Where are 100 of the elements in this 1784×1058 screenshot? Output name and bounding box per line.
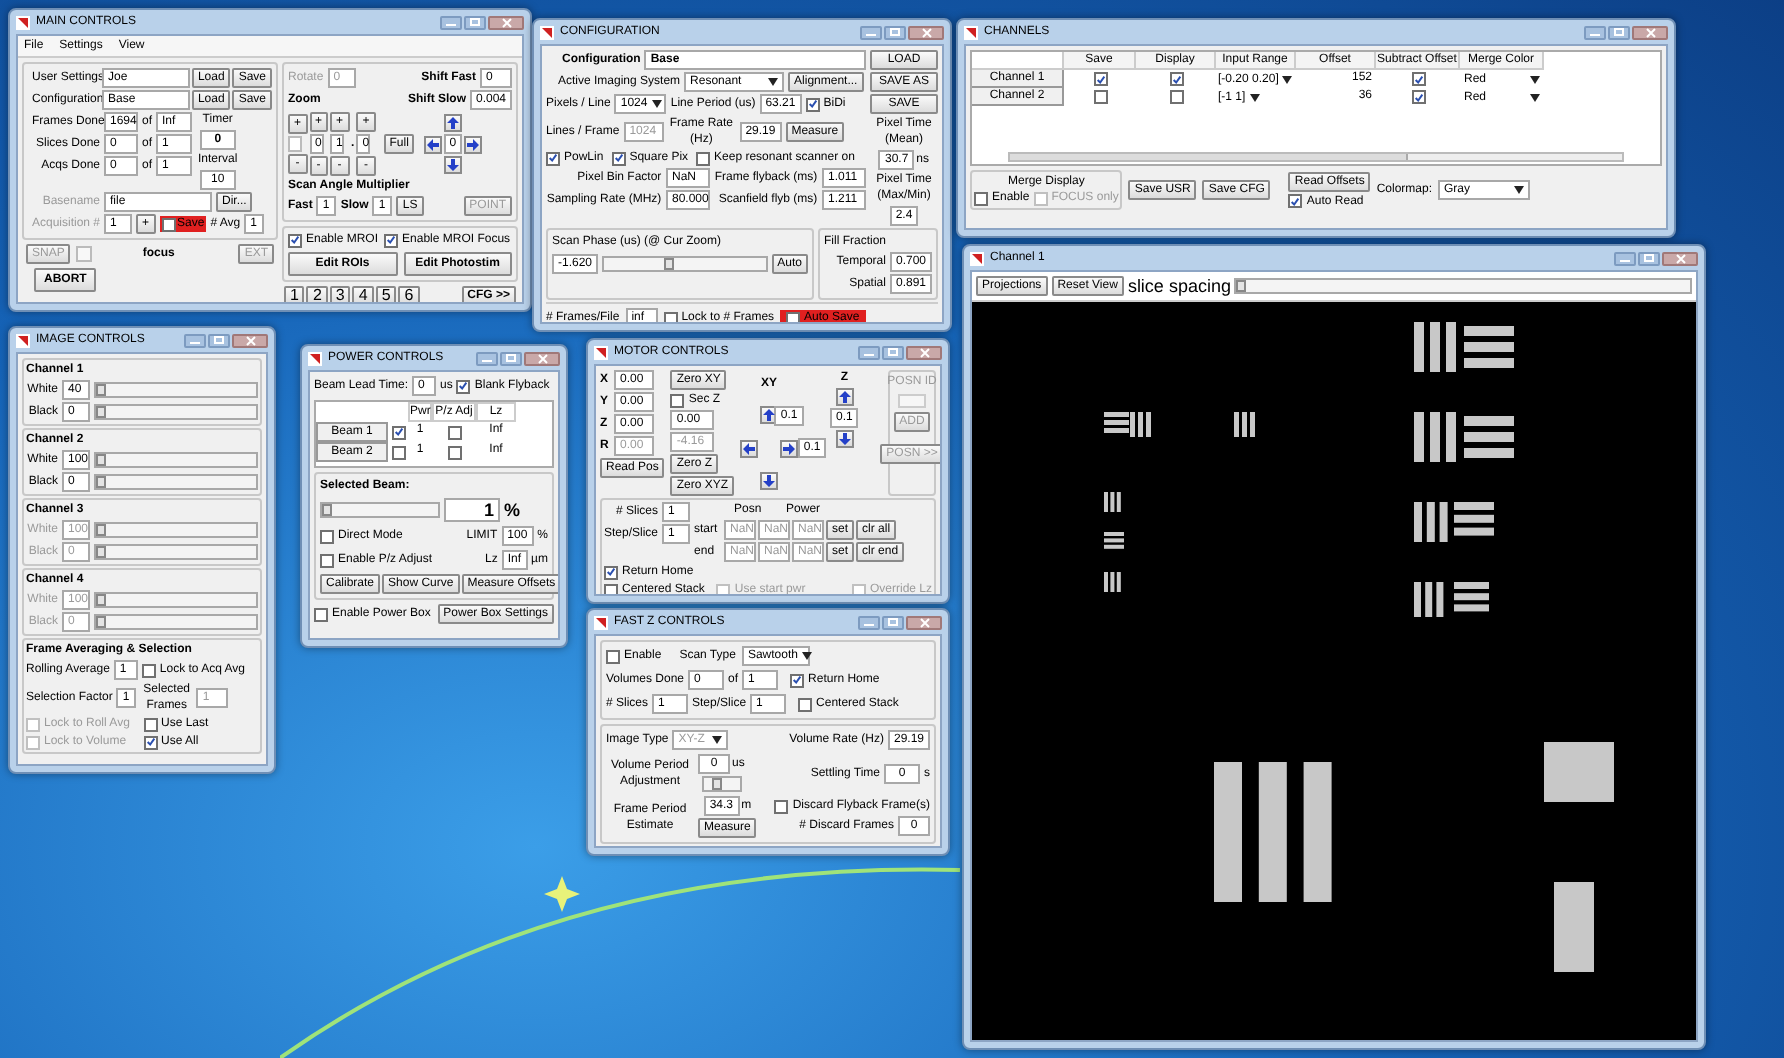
checkbox[interactable] [288,233,302,247]
slider[interactable] [94,474,258,490]
page-button[interactable]: 3 [329,286,351,302]
slider-thumb[interactable] [96,454,106,466]
checkbox[interactable] [391,445,405,459]
checkbox[interactable] [790,673,805,687]
page-button[interactable]: 4 [352,286,374,302]
checkbox[interactable] [663,311,678,322]
checkbox[interactable] [604,565,618,579]
slider[interactable] [94,404,258,420]
minimize-button[interactable] [1614,251,1636,265]
maximize-button[interactable] [464,15,486,29]
page-button[interactable]: 1 [284,286,305,302]
checkbox[interactable] [1093,72,1107,86]
close-button[interactable] [906,615,942,629]
minimize-button[interactable] [476,351,498,365]
minimize-button[interactable] [858,345,880,359]
arrow-down-icon[interactable] [443,156,462,174]
page-button[interactable]: 2 [306,286,328,302]
close-button[interactable] [908,25,944,39]
input-field[interactable] [288,136,302,152]
slider[interactable] [94,382,258,398]
slider-thumb[interactable] [1236,280,1247,292]
arrow-left-icon[interactable] [740,439,759,458]
minimize-button[interactable] [860,25,882,39]
slider-thumb[interactable] [96,384,106,396]
close-button[interactable] [1632,25,1668,39]
page-button[interactable]: 5 [375,286,397,302]
checkbox[interactable] [1169,72,1183,86]
close-button[interactable] [906,345,942,359]
checkbox[interactable] [143,717,157,731]
input-field[interactable] [76,246,93,262]
checkbox[interactable] [670,393,685,407]
checkbox[interactable] [798,697,813,711]
maximize-button[interactable] [500,351,522,365]
arrow-down-icon[interactable] [760,472,779,491]
slider[interactable] [94,522,258,538]
checkbox[interactable] [1093,90,1107,104]
slider-thumb[interactable] [664,258,675,270]
checkbox[interactable] [447,425,461,439]
checkbox[interactable] [606,649,620,663]
close-button[interactable] [1662,251,1698,265]
checkbox[interactable] [805,97,820,111]
scrollbar[interactable] [1008,152,1624,162]
slider[interactable] [602,256,768,272]
checkbox[interactable] [384,233,399,247]
slider-thumb[interactable] [96,476,106,488]
checkbox[interactable] [546,151,560,165]
maximize-button[interactable] [882,615,904,629]
checkbox[interactable] [696,151,711,165]
slider[interactable] [94,614,258,630]
close-button[interactable] [232,333,268,347]
close-button[interactable] [524,351,560,365]
minimize-button[interactable] [440,15,462,29]
input-field[interactable]: 1 [444,498,500,522]
checkbox[interactable] [320,553,334,567]
checkbox[interactable] [774,799,789,813]
close-icon [501,17,511,27]
slider-thumb[interactable] [711,778,722,790]
checkbox[interactable] [1411,72,1425,86]
arrow-up-icon[interactable] [443,114,462,132]
checkbox[interactable] [141,663,156,677]
slider[interactable] [701,776,742,792]
checkbox[interactable] [143,735,157,749]
checkbox[interactable] [447,445,461,459]
checkbox[interactable] [1288,194,1303,208]
arrow-right-icon[interactable] [780,439,799,458]
slider[interactable] [320,502,440,518]
checkbox[interactable] [1411,90,1425,104]
slider[interactable] [94,544,258,560]
checkbox[interactable] [320,529,334,543]
slider[interactable] [94,592,258,608]
checkbox[interactable] [611,151,626,165]
maximize-button[interactable] [1608,25,1630,39]
checkbox[interactable] [161,217,176,231]
arrow-down-icon[interactable] [835,430,854,448]
arrow-up-icon[interactable] [835,388,854,406]
minimize-button[interactable] [858,615,880,629]
close-button[interactable] [488,15,524,29]
maximize-button[interactable] [1638,251,1660,265]
maximize-button[interactable] [882,345,904,359]
checkbox[interactable] [456,379,471,393]
checkbox[interactable] [314,607,328,621]
checkbox[interactable] [604,583,618,594]
checkbox[interactable] [786,311,801,322]
slider[interactable] [94,452,258,468]
slider[interactable] [1234,278,1692,294]
maximize-button[interactable] [208,333,230,347]
input-field[interactable] [898,394,926,408]
checkbox[interactable] [391,425,405,439]
page-button[interactable]: 6 [398,286,420,302]
maximize-button[interactable] [884,25,906,39]
slider-thumb[interactable] [322,504,332,516]
slider-thumb[interactable] [96,406,106,418]
checkbox[interactable] [1169,90,1183,104]
arrow-right-icon[interactable] [464,135,483,153]
checkbox[interactable] [974,191,988,205]
minimize-button[interactable] [1584,25,1606,39]
minimize-button[interactable] [184,333,206,347]
arrow-left-icon[interactable] [423,135,442,153]
